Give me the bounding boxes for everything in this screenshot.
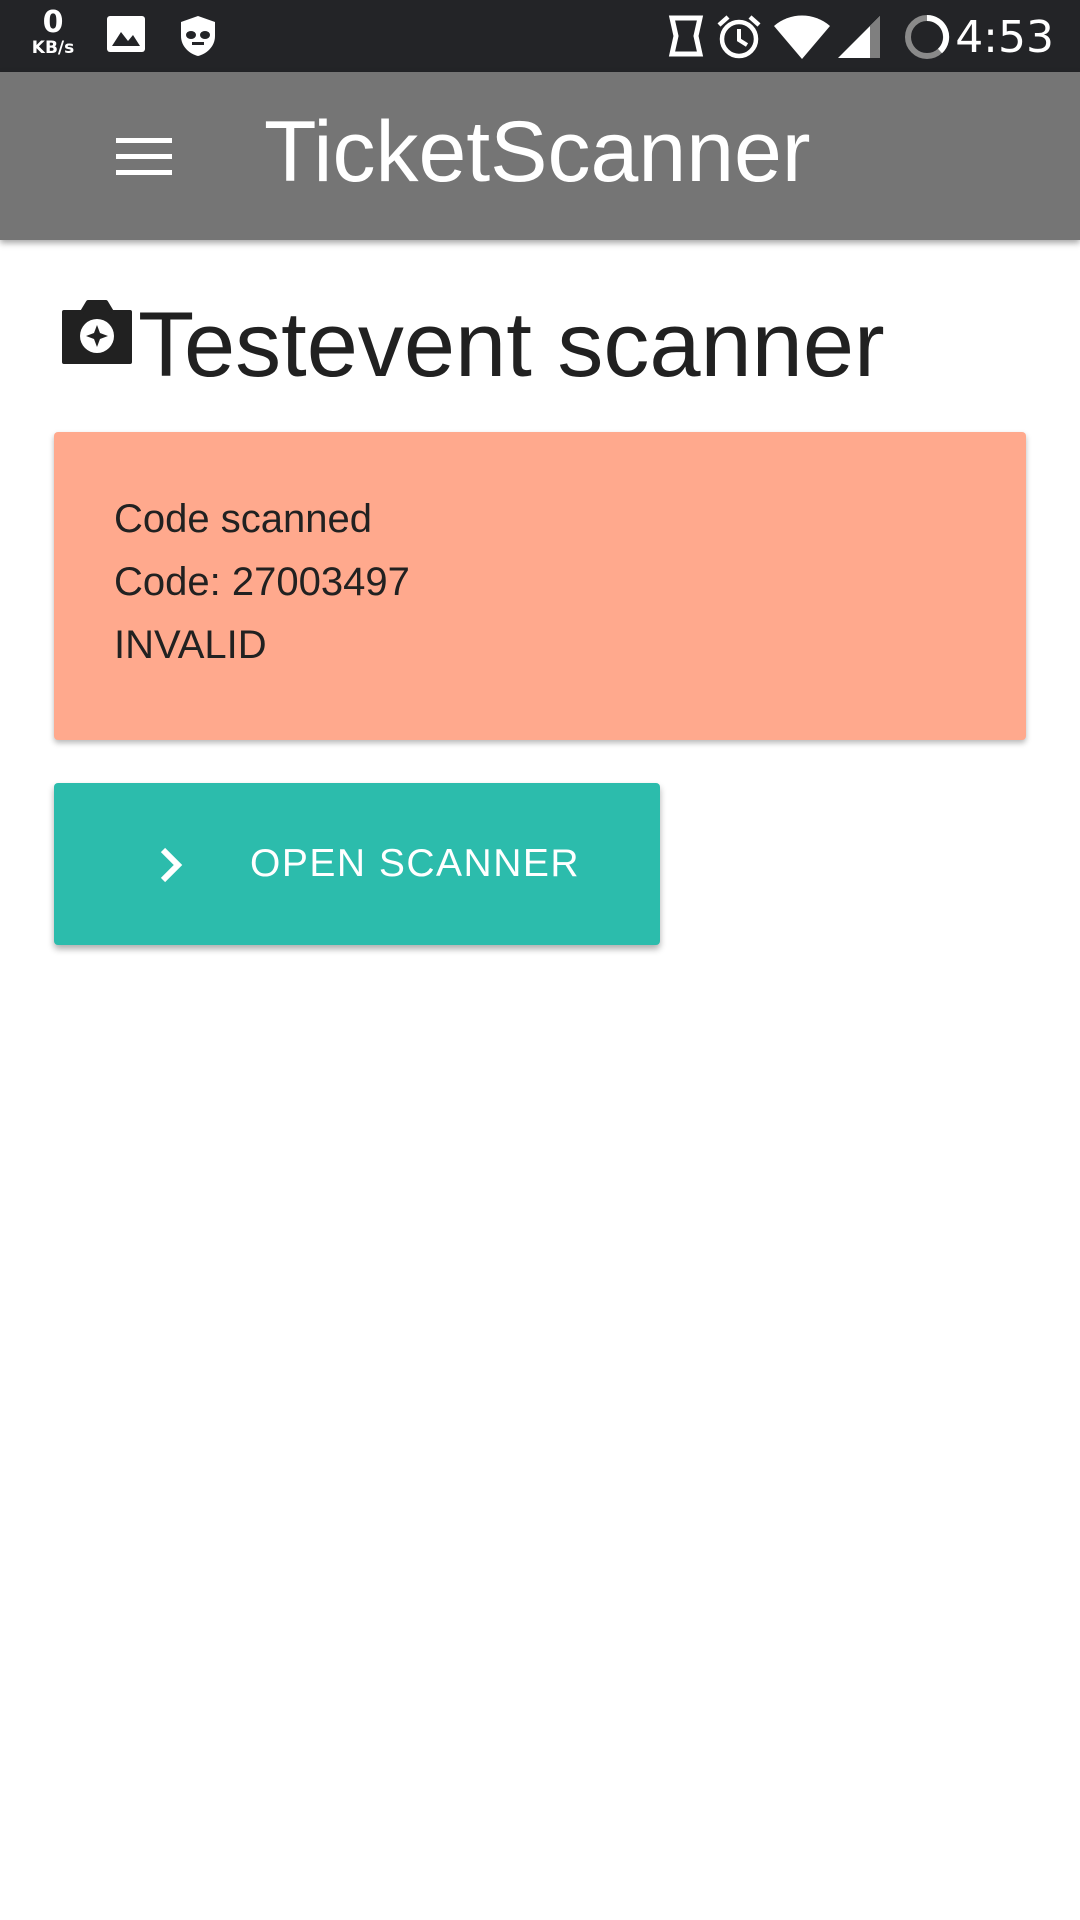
status-clock: 4:53 — [955, 12, 1054, 63]
shield-mask-icon — [181, 16, 215, 56]
page-title: Testevent scanner — [138, 294, 885, 396]
wifi-icon — [774, 15, 830, 59]
sync-icon — [905, 14, 950, 59]
alarm-icon — [717, 15, 761, 59]
menu-icon[interactable] — [116, 138, 172, 176]
scanned-code-text: Code: 27003497 — [114, 560, 410, 604]
signal-icon — [838, 16, 880, 58]
network-speed-value: 0 — [42, 5, 64, 40]
nfc-icon — [668, 15, 704, 57]
status-bar: 0 KB/s 4:53 — [0, 0, 1080, 72]
network-speed-unit: KB/s — [31, 38, 75, 58]
open-scanner-button[interactable]: OPEN SCANNER — [54, 783, 660, 945]
chevron-right-icon — [160, 847, 183, 883]
open-scanner-label: OPEN SCANNER — [250, 842, 581, 885]
scan-status-text: Code scanned — [114, 497, 372, 541]
image-icon — [107, 16, 145, 52]
app-title: TicketScanner — [264, 104, 811, 200]
scan-result-card: Code scanned Code: 27003497 INVALID — [54, 432, 1026, 740]
validity-text: INVALID — [114, 623, 267, 667]
network-speed-indicator: 0 KB/s — [26, 8, 80, 57]
camera-icon — [62, 300, 132, 364]
